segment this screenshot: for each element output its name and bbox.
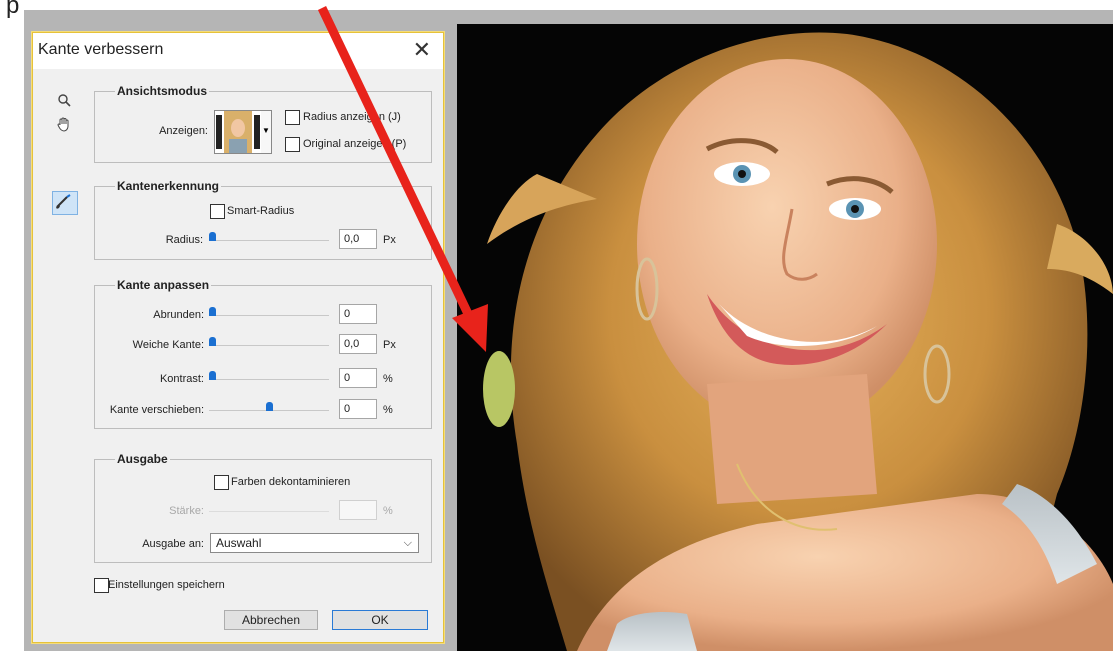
radius-input[interactable]: 0,0: [339, 229, 377, 249]
output-to-value: Auswahl: [216, 536, 262, 550]
refine-edge-dialog: Kante verbessern ✕ Ansichtsmodus Anzeige…: [32, 32, 444, 643]
smooth-slider-handle[interactable]: [209, 307, 216, 316]
smart-radius-label: Smart-Radius: [227, 205, 295, 217]
close-button[interactable]: ✕: [413, 37, 431, 63]
view-mode-legend: Ansichtsmodus: [115, 84, 210, 98]
ok-button[interactable]: OK: [332, 610, 428, 630]
output-legend: Ausgabe: [115, 452, 170, 466]
view-thumbnail[interactable]: [214, 110, 262, 154]
adjust-edge-legend: Kante anpassen: [115, 278, 212, 292]
radius-label: Radius:: [165, 234, 203, 246]
amount-unit: %: [383, 505, 393, 517]
amount-label: Stärke:: [169, 505, 204, 517]
edge-detection-legend: Kantenerkennung: [115, 179, 222, 193]
smart-radius-checkbox[interactable]: [210, 204, 225, 219]
shift-edge-label: Kante verschieben:: [109, 404, 204, 416]
amount-input: [339, 500, 377, 520]
output-to-label: Ausgabe an:: [142, 538, 204, 550]
show-original-label: Original anzeigen (P): [303, 138, 407, 150]
show-original-checkbox[interactable]: [285, 137, 300, 152]
shift-edge-unit: %: [383, 404, 393, 416]
view-dropdown-arrow-icon[interactable]: ▼: [261, 110, 272, 154]
dialog-title: Kante verbessern: [38, 41, 164, 58]
chevron-down-icon: ⌵: [403, 537, 412, 549]
contrast-input[interactable]: 0: [339, 368, 377, 388]
zoom-icon[interactable]: [57, 93, 71, 112]
contrast-slider-handle[interactable]: [209, 371, 216, 380]
radius-slider[interactable]: [209, 240, 329, 241]
contrast-label: Kontrast:: [159, 373, 204, 385]
show-radius-label: Radius anzeigen (J): [303, 111, 401, 123]
contrast-unit: %: [383, 373, 393, 385]
smooth-label: Abrunden:: [153, 309, 204, 321]
radius-unit: Px: [383, 234, 396, 246]
cancel-button[interactable]: Abbrechen: [224, 610, 318, 630]
contrast-slider[interactable]: [209, 379, 329, 380]
feather-unit: Px: [383, 339, 396, 351]
amount-slider: [209, 511, 329, 512]
refine-radius-brush-icon[interactable]: [52, 191, 78, 215]
feather-slider[interactable]: [209, 345, 329, 346]
decontaminate-label: Farben dekontaminieren: [231, 476, 351, 488]
hand-icon[interactable]: [56, 116, 72, 137]
top-text-fragment: p: [6, 0, 20, 19]
show-label: Anzeigen:: [159, 125, 208, 137]
smooth-input[interactable]: 0: [339, 304, 377, 324]
radius-slider-handle[interactable]: [209, 232, 216, 241]
feather-label: Weiche Kante:: [132, 339, 204, 351]
edge-detection-group: Kantenerkennung: [94, 179, 432, 260]
smooth-slider[interactable]: [209, 315, 329, 316]
shift-edge-input[interactable]: 0: [339, 399, 377, 419]
shift-edge-slider-handle[interactable]: [266, 402, 273, 411]
photo-canvas[interactable]: [457, 24, 1113, 651]
feather-input[interactable]: 0,0: [339, 334, 377, 354]
portrait-image: [457, 24, 1113, 651]
dialog-titlebar: Kante verbessern ✕: [33, 33, 443, 69]
decontaminate-checkbox[interactable]: [214, 475, 229, 490]
remember-settings-label: Einstellungen speichern: [108, 579, 225, 591]
show-radius-checkbox[interactable]: [285, 110, 300, 125]
output-to-select[interactable]: Auswahl ⌵: [210, 533, 419, 553]
remember-settings-checkbox[interactable]: [94, 578, 109, 593]
feather-slider-handle[interactable]: [209, 337, 216, 346]
